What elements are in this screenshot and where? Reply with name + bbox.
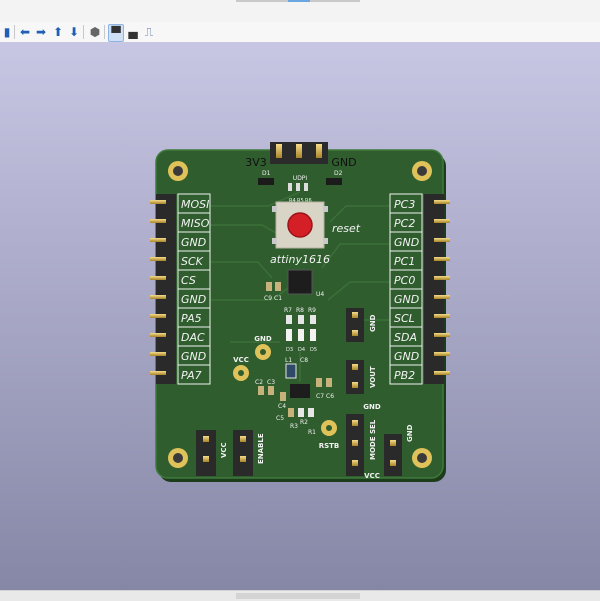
- capacitor-c9: [266, 282, 272, 291]
- refdes-r7: R7: [284, 307, 292, 314]
- refdes-l1: L1: [285, 357, 292, 364]
- refdes-r2: R2: [300, 419, 308, 426]
- connector-label-enable: ENABLE: [257, 433, 265, 464]
- refdes-c4: C4: [278, 403, 286, 410]
- 3d-viewport[interactable]: 3V3 GND UDPI D1 D2 R4 R5 R6 MOSI MISO GN…: [0, 42, 600, 590]
- refdes-c1: C1: [274, 295, 282, 302]
- connector-label-gnd-mid: GND: [363, 403, 381, 411]
- left-pin-label: GND: [181, 236, 206, 249]
- arrow-right-icon[interactable]: ➡: [34, 24, 48, 40]
- right-pin-label: PC0: [394, 274, 415, 287]
- arrow-up-icon[interactable]: ⬆: [51, 24, 65, 40]
- refdes-c3: C3: [267, 379, 275, 386]
- test-point-gnd-label: GND: [254, 335, 272, 343]
- left-pin-label: GND: [181, 293, 206, 306]
- left-pin-label: GND: [181, 350, 206, 363]
- refdes-c6: C6: [326, 393, 334, 400]
- refdes-r8: R8: [296, 307, 304, 314]
- refdes-c7: C7: [316, 393, 324, 400]
- refdes-d1: D1: [262, 170, 271, 177]
- 3d-viewer-toolbar: ▮ ⬅ ➡ ⬆ ⬇ ⬢ ▀ ▄ ⎍: [0, 22, 600, 43]
- left-pin-label: PA5: [181, 312, 202, 325]
- refdes-r3: R3: [290, 423, 298, 430]
- jumper-gnd-top: [346, 308, 364, 342]
- resistors-r7-r9: [286, 315, 316, 324]
- right-pin-label: GND: [394, 293, 419, 306]
- toolbar-separator: [14, 25, 15, 39]
- right-pin-label: GND: [394, 350, 419, 363]
- connector-label-vcc-left: VCC: [220, 442, 228, 458]
- refdes-d4: D4: [298, 347, 305, 353]
- title-tab[interactable]: [236, 0, 360, 2]
- refdes-r1: R1: [308, 429, 316, 436]
- left-pin-label: SCK: [181, 255, 204, 268]
- left-pin-label: DAC: [181, 331, 205, 344]
- inductor-l1: [285, 363, 297, 379]
- ruler-icon[interactable]: ⎍: [142, 24, 156, 40]
- capacitor-c1: [275, 282, 281, 291]
- refdes-c8: C8: [300, 357, 308, 364]
- connector-label-vcc-bottom: VCC: [364, 472, 380, 480]
- connector-label-gnd-right: GND: [406, 424, 414, 442]
- right-pin-label: GND: [394, 236, 419, 249]
- right-pin-label: PB2: [394, 369, 415, 382]
- window-title-bar: [0, 0, 600, 22]
- right-pin-label: SDA: [394, 331, 417, 344]
- mcu-chip: [287, 269, 313, 295]
- refdes-d2: D2: [334, 170, 343, 177]
- refdes-c2: C2: [255, 379, 263, 386]
- left-pin-label: MOSI: [181, 198, 209, 211]
- title-tab-highlight: [288, 0, 310, 2]
- refdes-d5: D5: [310, 347, 317, 353]
- board-view-top-icon[interactable]: ▀: [108, 24, 124, 42]
- test-point-rstb-label: RSTB: [319, 442, 340, 450]
- refdes-u4: U4: [316, 291, 324, 298]
- jumper-vout: [346, 360, 364, 394]
- jumper-gnd-right: [384, 434, 402, 476]
- jumper-mode-sel: [346, 414, 364, 476]
- jumper-vcc: [196, 430, 216, 476]
- pcb-render[interactable]: 3V3 GND UDPI D1 D2 R4 R5 R6 MOSI MISO GN…: [0, 42, 600, 590]
- header-label-3v3: 3V3: [245, 156, 267, 169]
- jumper-enable: [233, 430, 253, 476]
- test-point-vcc: [233, 365, 249, 381]
- mcu-label: attiny1616: [270, 253, 330, 266]
- panel-toggle-icon[interactable]: ▮: [0, 24, 14, 40]
- status-bar: [0, 590, 600, 601]
- right-pin-label: PC1: [394, 255, 415, 268]
- diode-d2: [326, 178, 342, 185]
- left-pin-label: MISO: [181, 217, 210, 230]
- refdes-d3: D3: [286, 347, 293, 353]
- arrow-down-icon[interactable]: ⬇: [67, 24, 81, 40]
- refdes-r9: R9: [308, 307, 316, 314]
- toolbar-separator: [83, 25, 84, 39]
- leds-d3-d5: [286, 329, 316, 341]
- right-pin-label: PC2: [394, 217, 415, 230]
- test-point-vcc-label: VCC: [233, 356, 249, 364]
- refdes-c5: C5: [276, 415, 284, 422]
- toolbar-separator: [104, 25, 105, 39]
- regulator-ic: [290, 384, 310, 398]
- right-pin-label: SCL: [394, 312, 415, 325]
- board-view-bottom-icon[interactable]: ▄: [126, 24, 140, 40]
- left-pin-label: PA7: [181, 369, 202, 382]
- test-point-gnd: [255, 344, 271, 360]
- right-pin-label: PC3: [394, 198, 415, 211]
- header-label-gnd: GND: [331, 156, 356, 169]
- left-pin-label: CS: [181, 274, 196, 287]
- diode-d1: [258, 178, 274, 185]
- connector-label-gnd-top: GND: [369, 314, 377, 332]
- status-tab: [236, 593, 360, 599]
- resistors-r4-r6: [288, 183, 308, 191]
- cube-view-icon[interactable]: ⬢: [88, 24, 102, 40]
- updi-header: [270, 142, 328, 164]
- test-point-rstb: [321, 420, 337, 436]
- arrow-left-icon[interactable]: ⬅: [18, 24, 32, 40]
- udpi-label: UDPI: [293, 175, 308, 182]
- connector-label-mode-sel: MODE SEL: [369, 419, 377, 460]
- refdes-c9: C9: [264, 295, 272, 302]
- reset-button[interactable]: [272, 201, 328, 249]
- reset-label: reset: [332, 222, 361, 235]
- connector-label-vout: VOUT: [369, 366, 377, 388]
